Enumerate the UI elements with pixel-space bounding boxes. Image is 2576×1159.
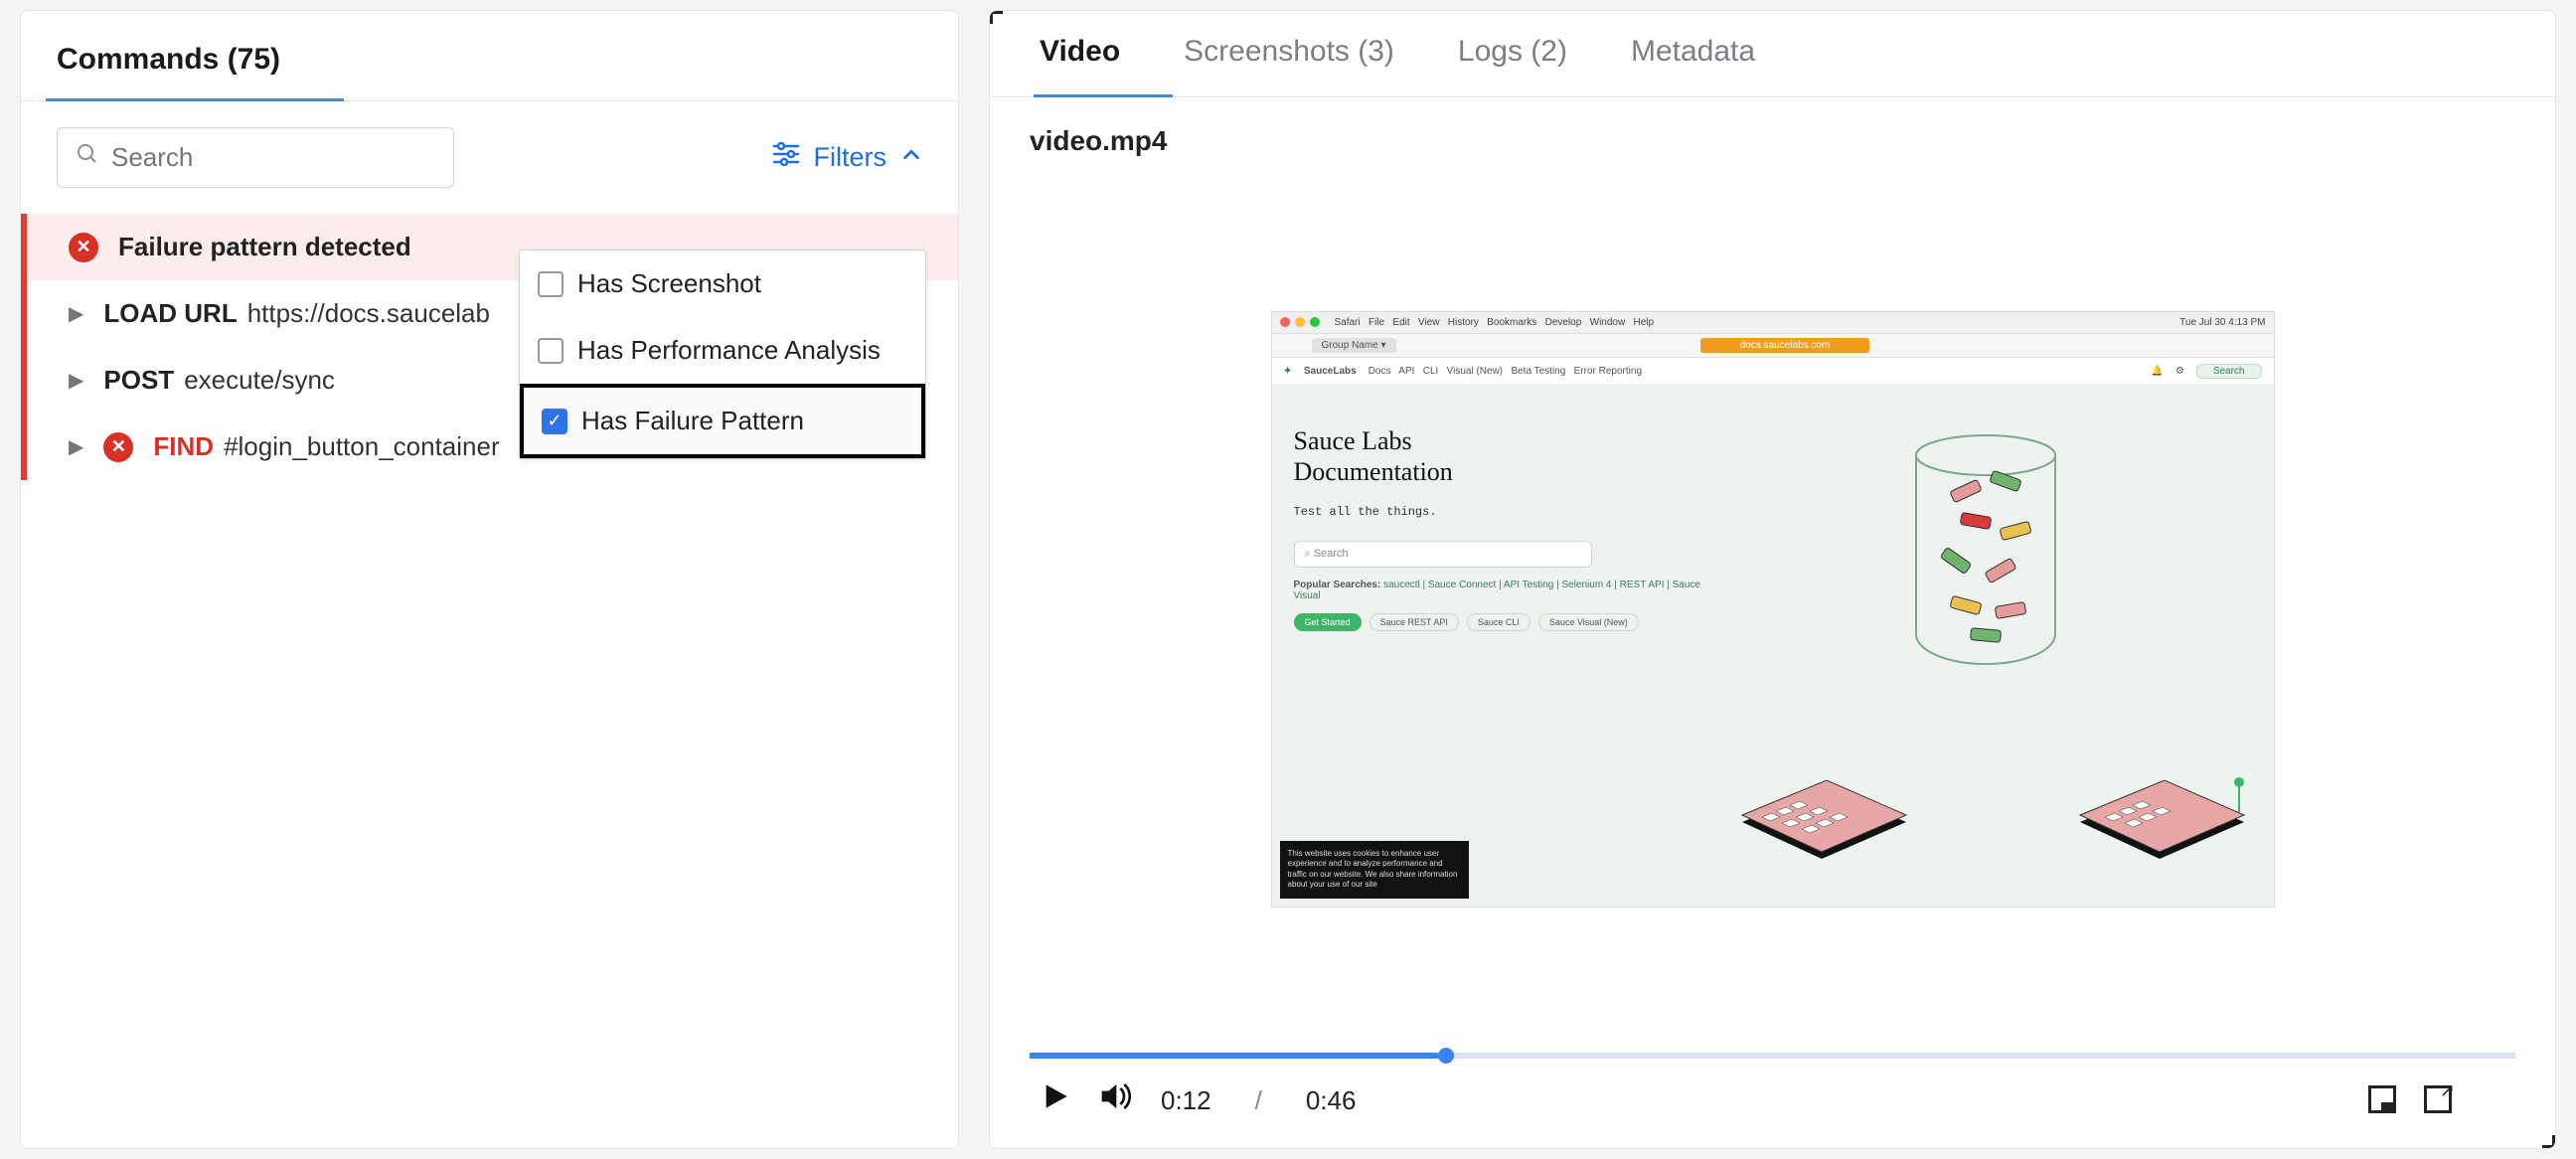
video-pill: Sauce CLI [1467, 613, 1530, 631]
search-row: Filters [21, 101, 958, 214]
filters-button[interactable]: Filters [772, 142, 923, 173]
video-pill: Sauce REST API [1369, 613, 1459, 631]
tab-metadata[interactable]: Metadata [1631, 35, 1755, 96]
video-pill-green: Get Started [1294, 613, 1362, 631]
video-illustration [1732, 386, 2273, 907]
video-url-pill: docs.saucelabs.com [1700, 338, 1870, 353]
filter-option-label: Has Screenshot [577, 268, 761, 299]
picture-in-picture-icon[interactable] [2368, 1085, 2396, 1113]
error-icon: ✕ [103, 432, 133, 462]
open-external-icon[interactable] [2424, 1085, 2452, 1113]
commands-tab-underline [46, 98, 344, 101]
video-filename: video.mp4 [990, 97, 2555, 165]
caret-icon: ▶ [69, 301, 83, 326]
video-tabbar: Group Name ▾ docs.saucelabs.com [1272, 334, 2274, 358]
filters-icon [772, 142, 800, 173]
video-area: Safari File Edit View History Bookmarks … [990, 165, 2555, 1148]
filter-option-label: Has Performance Analysis [577, 335, 881, 366]
commands-title: Commands (75) [57, 43, 280, 77]
commands-panel: Commands (75) Filters ✕ [20, 10, 959, 1149]
volume-icon[interactable] [1099, 1080, 1131, 1120]
caret-icon: ▶ [69, 368, 83, 393]
command-arg: https://docs.saucelab [247, 298, 490, 329]
video-site-nav: ✦ SauceLabs Docs API CLI Visual (New) Be… [1272, 358, 2274, 386]
video-progress-track[interactable] [1030, 1053, 2515, 1059]
search-box[interactable] [57, 127, 454, 188]
keyboard-icon [2075, 777, 2254, 867]
tab-screenshots[interactable]: Screenshots (3) [1184, 35, 1394, 96]
command-name: FIND [153, 431, 214, 462]
video-subheading: Test all the things. [1294, 505, 1711, 519]
video-cookie-banner: This website uses cookies to enhance use… [1280, 841, 1469, 899]
video-heading-1: Sauce Labs [1294, 425, 1711, 456]
checkbox-unchecked-icon[interactable] [538, 338, 564, 364]
video-popular-label: Popular Searches: [1294, 580, 1381, 590]
video-url-wrap: docs.saucelabs.com [1396, 338, 2174, 353]
video-menubar-text: Safari File Edit View History Bookmarks … [1335, 317, 1655, 328]
checkbox-unchecked-icon[interactable] [538, 271, 564, 297]
filter-option-has-performance[interactable]: Has Performance Analysis [520, 317, 925, 384]
video-brand: SauceLabs [1304, 366, 1357, 377]
filter-option-has-screenshot[interactable]: Has Screenshot [520, 250, 925, 317]
video-heading-2: Documentation [1294, 456, 1711, 487]
caret-icon: ▶ [69, 434, 83, 459]
video-frame[interactable]: Safari File Edit View History Bookmarks … [1271, 311, 2275, 908]
video-popular: Popular Searches: saucectl | Sauce Conne… [1294, 580, 1711, 601]
play-icon[interactable] [1042, 1082, 1069, 1118]
video-pill: Sauce Visual (New) [1538, 613, 1639, 631]
filter-option-label: Has Failure Pattern [581, 406, 804, 436]
filters-dropdown: Has Screenshot Has Performance Analysis … [519, 249, 926, 459]
video-pills: Get Started Sauce REST API Sauce CLI Sau… [1294, 613, 1711, 631]
error-icon: ✕ [69, 233, 98, 262]
checkbox-checked-icon[interactable]: ✓ [542, 409, 567, 434]
video-clock: Tue Jul 30 4:13 PM [2179, 317, 2265, 328]
window-traffic-lights-icon [1280, 317, 1320, 327]
video-panel: Video Screenshots (3) Logs (2) Metadata … [989, 10, 2556, 1149]
video-controls: 0:12 / 0:46 [1030, 1059, 2515, 1148]
filter-option-has-failure-pattern[interactable]: ✓ Has Failure Pattern [520, 384, 925, 458]
tab-logs[interactable]: Logs (2) [1458, 35, 1567, 96]
command-arg: execute/sync [184, 365, 335, 396]
keyboard-icon [1732, 777, 1911, 867]
chevron-up-icon [900, 142, 922, 173]
search-icon [76, 142, 99, 173]
fullscreen-icon[interactable] [2480, 1085, 2509, 1115]
commands-header: Commands (75) [21, 11, 958, 101]
video-tab-label: Group Name ▾ [1312, 338, 1396, 353]
tab-video[interactable]: Video [1040, 35, 1120, 96]
video-body: Sauce Labs Documentation Test all the th… [1272, 386, 2274, 907]
video-right-icons [2368, 1085, 2509, 1115]
command-name: LOAD URL [103, 298, 237, 329]
command-name: POST [103, 365, 174, 396]
failure-banner-text: Failure pattern detected [118, 232, 411, 262]
video-time-separator: / [1241, 1085, 1276, 1116]
video-current-time: 0:12 [1161, 1085, 1211, 1116]
command-arg: #login_button_container [224, 431, 500, 462]
tab-underline [1034, 94, 1173, 97]
search-input[interactable] [111, 142, 435, 173]
video-progress-fill [1030, 1053, 1438, 1059]
video-nav-search: Search [2196, 364, 2262, 379]
video-search-box: ⌕ Search [1294, 541, 1592, 568]
video-frame-wrap: Safari File Edit View History Bookmarks … [1030, 165, 2515, 1053]
video-nav-items: Docs API CLI Visual (New) Beta Testing E… [1368, 366, 1642, 377]
jar-icon [1891, 415, 2080, 684]
video-left-col: Sauce Labs Documentation Test all the th… [1272, 386, 1733, 907]
video-total-time: 0:46 [1306, 1085, 1357, 1116]
video-progress-knob[interactable] [1438, 1048, 1454, 1064]
video-menubar: Safari File Edit View History Bookmarks … [1272, 312, 2274, 334]
tabs: Video Screenshots (3) Logs (2) Metadata [990, 11, 2555, 97]
filters-label: Filters [814, 142, 887, 173]
